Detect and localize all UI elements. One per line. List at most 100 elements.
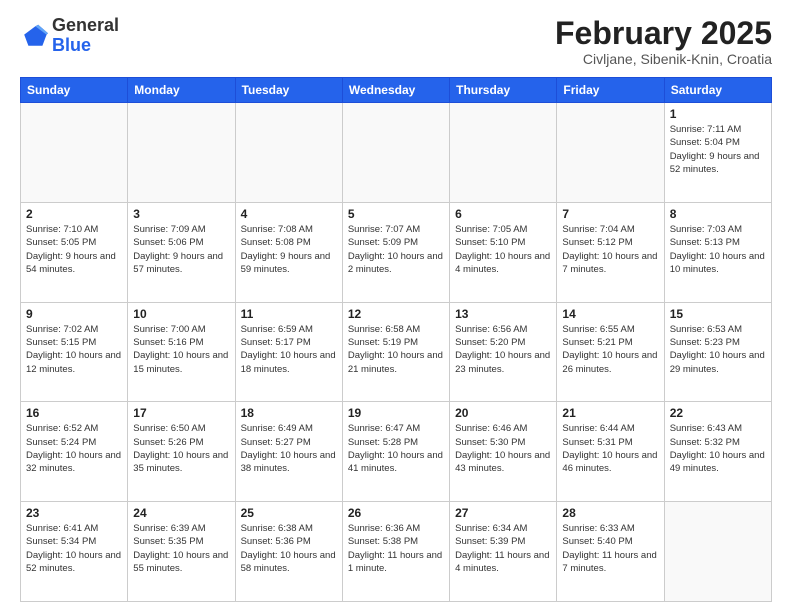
logo-icon <box>20 22 48 50</box>
day-number: 9 <box>26 307 122 321</box>
day-number: 17 <box>133 406 229 420</box>
calendar-day: 27 Sunrise: 6:34 AM Sunset: 5:39 PM Dayli… <box>450 502 557 602</box>
day-number: 26 <box>348 506 444 520</box>
logo-blue: Blue <box>52 35 91 55</box>
calendar-day: 15 Sunrise: 6:53 AM Sunset: 5:23 PM Dayli… <box>664 302 771 402</box>
calendar-day: 21 Sunrise: 6:44 AM Sunset: 5:31 PM Dayli… <box>557 402 664 502</box>
day-number: 6 <box>455 207 551 221</box>
day-info: Sunrise: 6:52 AM Sunset: 5:24 PM Dayligh… <box>26 422 122 475</box>
calendar-day <box>557 103 664 203</box>
day-info: Sunrise: 7:07 AM Sunset: 5:09 PM Dayligh… <box>348 223 444 276</box>
page: General Blue February 2025 Civljane, Sib… <box>0 0 792 612</box>
calendar-week-0: 1 Sunrise: 7:11 AM Sunset: 5:04 PM Daylig… <box>21 103 772 203</box>
col-thursday: Thursday <box>450 78 557 103</box>
calendar-day <box>450 103 557 203</box>
calendar-table: Sunday Monday Tuesday Wednesday Thursday… <box>20 77 772 602</box>
logo-text-block: General Blue <box>52 16 119 56</box>
day-info: Sunrise: 6:56 AM Sunset: 5:20 PM Dayligh… <box>455 323 551 376</box>
day-number: 15 <box>670 307 766 321</box>
calendar-day <box>128 103 235 203</box>
day-info: Sunrise: 6:41 AM Sunset: 5:34 PM Dayligh… <box>26 522 122 575</box>
day-number: 4 <box>241 207 337 221</box>
day-info: Sunrise: 6:49 AM Sunset: 5:27 PM Dayligh… <box>241 422 337 475</box>
calendar-day: 20 Sunrise: 6:46 AM Sunset: 5:30 PM Dayli… <box>450 402 557 502</box>
day-number: 8 <box>670 207 766 221</box>
day-number: 28 <box>562 506 658 520</box>
calendar-week-3: 16 Sunrise: 6:52 AM Sunset: 5:24 PM Dayli… <box>21 402 772 502</box>
day-number: 3 <box>133 207 229 221</box>
day-info: Sunrise: 6:59 AM Sunset: 5:17 PM Dayligh… <box>241 323 337 376</box>
calendar-day: 6 Sunrise: 7:05 AM Sunset: 5:10 PM Daylig… <box>450 202 557 302</box>
calendar-day <box>664 502 771 602</box>
col-tuesday: Tuesday <box>235 78 342 103</box>
day-info: Sunrise: 7:05 AM Sunset: 5:10 PM Dayligh… <box>455 223 551 276</box>
day-number: 20 <box>455 406 551 420</box>
day-number: 18 <box>241 406 337 420</box>
day-number: 11 <box>241 307 337 321</box>
location: Civljane, Sibenik-Knin, Croatia <box>555 51 772 67</box>
day-info: Sunrise: 6:33 AM Sunset: 5:40 PM Dayligh… <box>562 522 658 575</box>
calendar-week-2: 9 Sunrise: 7:02 AM Sunset: 5:15 PM Daylig… <box>21 302 772 402</box>
day-number: 27 <box>455 506 551 520</box>
calendar-day: 24 Sunrise: 6:39 AM Sunset: 5:35 PM Dayli… <box>128 502 235 602</box>
calendar-day: 13 Sunrise: 6:56 AM Sunset: 5:20 PM Dayli… <box>450 302 557 402</box>
day-number: 5 <box>348 207 444 221</box>
day-number: 12 <box>348 307 444 321</box>
calendar-day: 17 Sunrise: 6:50 AM Sunset: 5:26 PM Dayli… <box>128 402 235 502</box>
calendar-day: 11 Sunrise: 6:59 AM Sunset: 5:17 PM Dayli… <box>235 302 342 402</box>
day-info: Sunrise: 7:10 AM Sunset: 5:05 PM Dayligh… <box>26 223 122 276</box>
calendar-day <box>21 103 128 203</box>
calendar-day: 14 Sunrise: 6:55 AM Sunset: 5:21 PM Dayli… <box>557 302 664 402</box>
day-info: Sunrise: 6:53 AM Sunset: 5:23 PM Dayligh… <box>670 323 766 376</box>
calendar-week-1: 2 Sunrise: 7:10 AM Sunset: 5:05 PM Daylig… <box>21 202 772 302</box>
day-number: 25 <box>241 506 337 520</box>
calendar-header-row: Sunday Monday Tuesday Wednesday Thursday… <box>21 78 772 103</box>
day-info: Sunrise: 6:39 AM Sunset: 5:35 PM Dayligh… <box>133 522 229 575</box>
day-number: 1 <box>670 107 766 121</box>
day-number: 19 <box>348 406 444 420</box>
day-number: 22 <box>670 406 766 420</box>
header: General Blue February 2025 Civljane, Sib… <box>20 16 772 67</box>
day-info: Sunrise: 6:34 AM Sunset: 5:39 PM Dayligh… <box>455 522 551 575</box>
logo-text: General Blue <box>52 16 119 56</box>
day-number: 13 <box>455 307 551 321</box>
day-info: Sunrise: 6:50 AM Sunset: 5:26 PM Dayligh… <box>133 422 229 475</box>
calendar-day: 18 Sunrise: 6:49 AM Sunset: 5:27 PM Dayli… <box>235 402 342 502</box>
day-info: Sunrise: 7:04 AM Sunset: 5:12 PM Dayligh… <box>562 223 658 276</box>
day-number: 24 <box>133 506 229 520</box>
day-info: Sunrise: 7:03 AM Sunset: 5:13 PM Dayligh… <box>670 223 766 276</box>
calendar-day: 5 Sunrise: 7:07 AM Sunset: 5:09 PM Daylig… <box>342 202 449 302</box>
day-info: Sunrise: 7:08 AM Sunset: 5:08 PM Dayligh… <box>241 223 337 276</box>
day-info: Sunrise: 7:09 AM Sunset: 5:06 PM Dayligh… <box>133 223 229 276</box>
calendar-day: 28 Sunrise: 6:33 AM Sunset: 5:40 PM Dayli… <box>557 502 664 602</box>
day-number: 2 <box>26 207 122 221</box>
day-info: Sunrise: 6:55 AM Sunset: 5:21 PM Dayligh… <box>562 323 658 376</box>
day-number: 14 <box>562 307 658 321</box>
day-info: Sunrise: 6:58 AM Sunset: 5:19 PM Dayligh… <box>348 323 444 376</box>
day-number: 10 <box>133 307 229 321</box>
day-info: Sunrise: 6:46 AM Sunset: 5:30 PM Dayligh… <box>455 422 551 475</box>
day-info: Sunrise: 7:00 AM Sunset: 5:16 PM Dayligh… <box>133 323 229 376</box>
day-info: Sunrise: 7:02 AM Sunset: 5:15 PM Dayligh… <box>26 323 122 376</box>
calendar-day: 16 Sunrise: 6:52 AM Sunset: 5:24 PM Dayli… <box>21 402 128 502</box>
calendar-day: 7 Sunrise: 7:04 AM Sunset: 5:12 PM Daylig… <box>557 202 664 302</box>
calendar-day: 4 Sunrise: 7:08 AM Sunset: 5:08 PM Daylig… <box>235 202 342 302</box>
day-number: 16 <box>26 406 122 420</box>
calendar-day: 23 Sunrise: 6:41 AM Sunset: 5:34 PM Dayli… <box>21 502 128 602</box>
title-block: February 2025 Civljane, Sibenik-Knin, Cr… <box>555 16 772 67</box>
day-number: 7 <box>562 207 658 221</box>
logo: General Blue <box>20 16 119 56</box>
day-number: 21 <box>562 406 658 420</box>
calendar-day: 2 Sunrise: 7:10 AM Sunset: 5:05 PM Daylig… <box>21 202 128 302</box>
day-info: Sunrise: 6:36 AM Sunset: 5:38 PM Dayligh… <box>348 522 444 575</box>
calendar-day: 3 Sunrise: 7:09 AM Sunset: 5:06 PM Daylig… <box>128 202 235 302</box>
day-info: Sunrise: 6:44 AM Sunset: 5:31 PM Dayligh… <box>562 422 658 475</box>
day-number: 23 <box>26 506 122 520</box>
day-info: Sunrise: 6:43 AM Sunset: 5:32 PM Dayligh… <box>670 422 766 475</box>
col-monday: Monday <box>128 78 235 103</box>
day-info: Sunrise: 7:11 AM Sunset: 5:04 PM Dayligh… <box>670 123 766 176</box>
logo-general: General <box>52 15 119 35</box>
col-wednesday: Wednesday <box>342 78 449 103</box>
calendar-day: 8 Sunrise: 7:03 AM Sunset: 5:13 PM Daylig… <box>664 202 771 302</box>
month-title: February 2025 <box>555 16 772 51</box>
